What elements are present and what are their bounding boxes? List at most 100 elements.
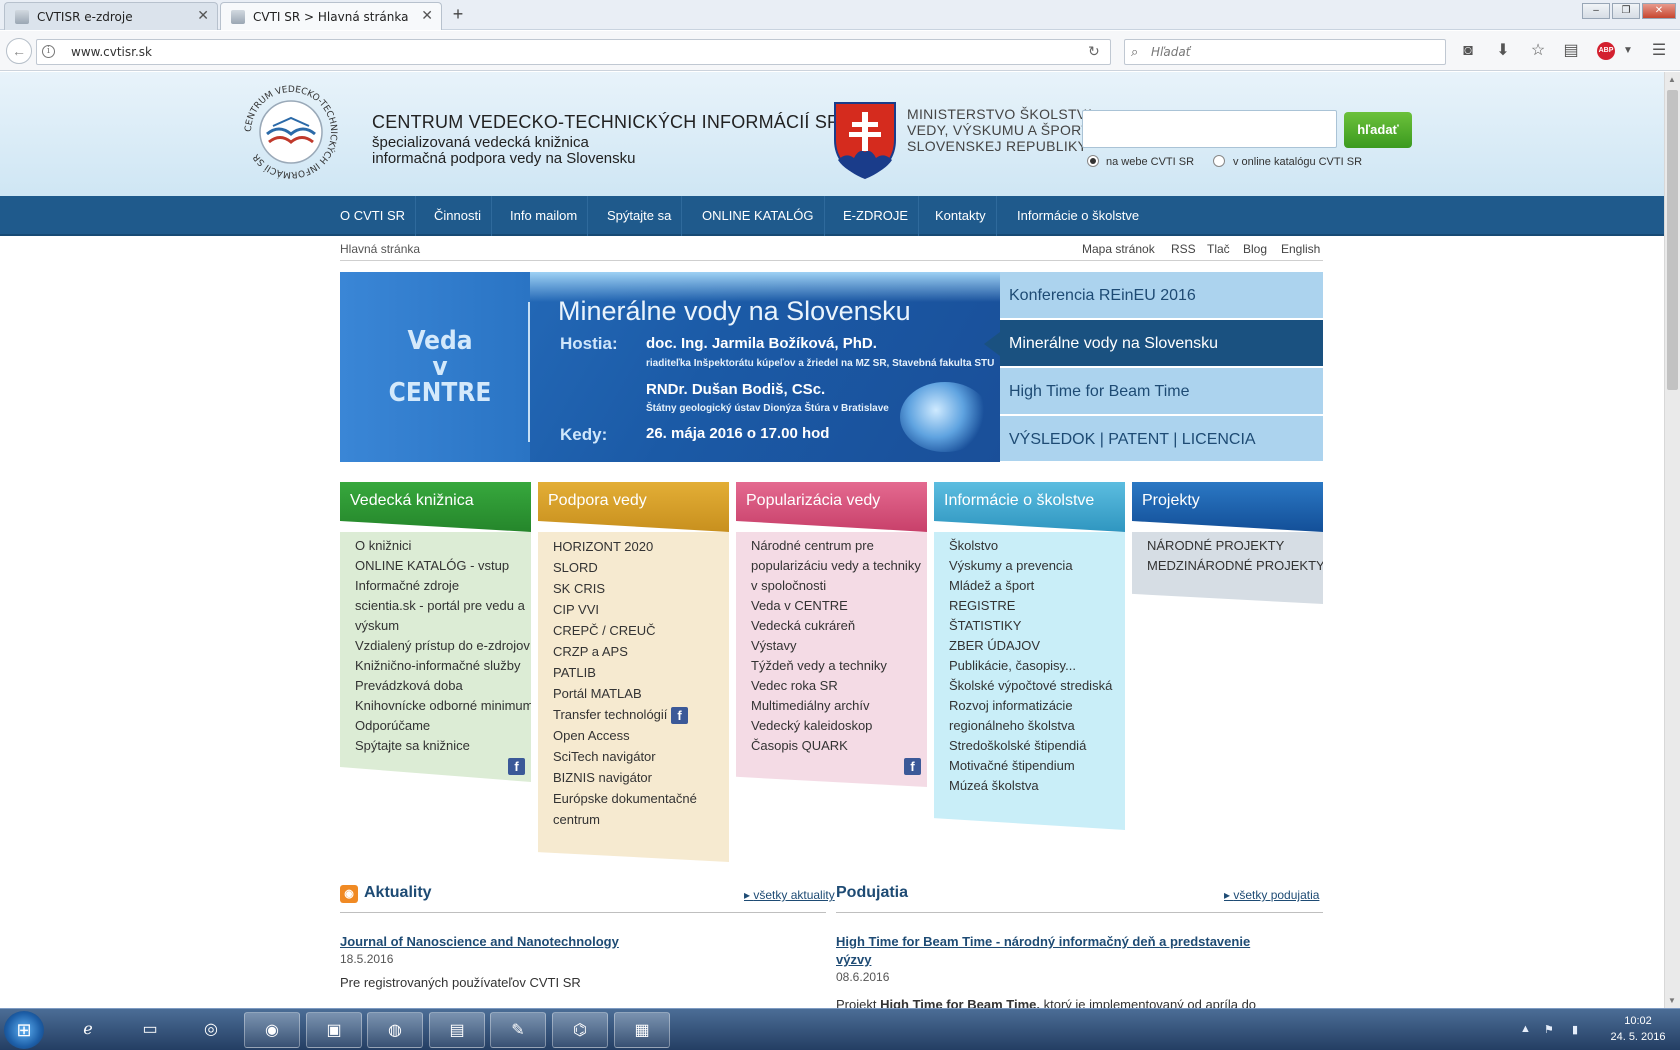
english-link[interactable]: English	[1281, 242, 1320, 256]
maximize-button[interactable]: ❐	[1612, 3, 1640, 19]
tray-flag-icon[interactable]: ⚑	[1544, 1023, 1554, 1036]
facebook-icon[interactable]: f	[508, 758, 525, 776]
scroll-up-icon[interactable]: ▲	[1668, 75, 1676, 84]
list-item[interactable]: centrum	[553, 809, 729, 830]
list-item[interactable]: Multimediálny archív	[751, 696, 927, 716]
nav-item[interactable]: Činnosti	[424, 196, 492, 236]
list-item[interactable]: CREPČ / CREUČ	[553, 620, 729, 641]
list-item[interactable]: SciTech navigátor	[553, 746, 729, 767]
list-item[interactable]: CIP VVI	[553, 599, 729, 620]
url-bar[interactable]: www.cvtisr.sk	[36, 39, 1111, 65]
adblock-icon[interactable]: ABP	[1597, 42, 1615, 60]
reading-list-icon[interactable]: ▤	[1560, 41, 1582, 61]
close-window-button[interactable]: ✕	[1642, 3, 1676, 19]
file-explorer-icon[interactable]: ▭	[122, 1012, 178, 1048]
site-info-icon[interactable]: i	[42, 45, 55, 58]
browser-tab[interactable]: CVTISR e-zdroje ✕	[4, 2, 218, 30]
event-item-title[interactable]: High Time for Beam Time - národný inform…	[836, 934, 1250, 949]
list-item[interactable]: Školské výpočtové strediská	[949, 676, 1125, 696]
minimize-button[interactable]: –	[1582, 3, 1610, 19]
nav-item[interactable]: ONLINE KATALÓG	[692, 196, 825, 236]
list-item[interactable]: popularizáciu vedy a techniky	[751, 556, 927, 576]
list-item[interactable]: Mládež a šport	[949, 576, 1125, 596]
document-app-icon[interactable]: ▤	[429, 1012, 485, 1048]
word-document-icon[interactable]: ▦	[614, 1012, 670, 1048]
scrollbar-thumb[interactable]	[1667, 90, 1678, 390]
list-item[interactable]: Týždeň vedy a techniky	[751, 656, 927, 676]
list-item[interactable]: Stredoškolské štipendiá	[949, 736, 1125, 756]
download-icon[interactable]: ⬇	[1492, 41, 1514, 61]
pocket-icon[interactable]: ◙	[1457, 41, 1479, 61]
list-item[interactable]: regionálneho školstva	[949, 716, 1125, 736]
list-item[interactable]: Informačné zdroje	[355, 576, 531, 596]
scroll-down-icon[interactable]: ▼	[1668, 996, 1676, 1005]
nav-item[interactable]: Info mailom	[500, 196, 589, 236]
radio-catalog[interactable]	[1213, 155, 1225, 167]
site-search-input[interactable]	[1082, 110, 1337, 148]
menu-icon[interactable]: ☰	[1648, 41, 1670, 61]
column-title[interactable]: Popularizácia vedy	[736, 482, 927, 532]
list-item[interactable]: Výstavy	[751, 636, 927, 656]
slide-tab[interactable]: VÝSLEDOK | PATENT | LICENCIA	[1000, 416, 1323, 462]
list-item[interactable]: SLORD	[553, 557, 729, 578]
list-item[interactable]: Transfer technológií f	[553, 704, 729, 725]
list-item[interactable]: MEDZINÁRODNÉ PROJEKTY	[1147, 556, 1323, 576]
list-item[interactable]: NÁRODNÉ PROJEKTY	[1147, 536, 1323, 556]
news-item-title[interactable]: Journal of Nanoscience and Nanotechnolog…	[340, 934, 619, 949]
slide-tab[interactable]: Konferencia REinEU 2016	[1000, 272, 1323, 319]
tray-arrow-icon[interactable]: ▲	[1520, 1023, 1531, 1035]
close-tab-icon[interactable]: ✕	[197, 8, 209, 24]
browser-tab-active[interactable]: CVTI SR > Hlavná stránka ✕	[220, 2, 442, 30]
chrome-icon[interactable]: ◎	[183, 1012, 239, 1048]
list-item[interactable]: Časopis QUARK	[751, 736, 927, 756]
list-item[interactable]: Vzdialený prístup do e-zdrojov	[355, 636, 531, 656]
list-item[interactable]: scientia.sk - portál pre vedu a	[355, 596, 531, 616]
print-link[interactable]: Tlač	[1207, 242, 1230, 256]
close-tab-icon[interactable]: ✕	[421, 8, 433, 24]
list-item[interactable]: ŠTATISTIKY	[949, 616, 1125, 636]
list-item[interactable]: O knižnici	[355, 536, 531, 556]
list-item[interactable]: HORIZONT 2020	[553, 536, 729, 557]
rss-icon[interactable]: ◉	[340, 885, 358, 903]
back-button[interactable]: ←	[6, 38, 32, 64]
nav-item[interactable]: O CVTI SR	[330, 196, 417, 236]
pdf-reader-icon[interactable]: ⌬	[552, 1012, 608, 1048]
browser-search-input[interactable]: Hľadať	[1124, 39, 1446, 65]
network-icon[interactable]: ▮	[1572, 1023, 1578, 1036]
list-item[interactable]: Národné centrum pre	[751, 536, 927, 556]
nav-item[interactable]: Spýtajte sa	[597, 196, 683, 236]
taskbar-clock[interactable]: 10:02 24. 5. 2016	[1598, 1013, 1678, 1045]
banner-slide[interactable]: Veda v CENTRE Minerálne vody na Slovensk…	[340, 272, 1000, 462]
list-item[interactable]: Open Access	[553, 725, 729, 746]
blog-link[interactable]: Blog	[1243, 242, 1267, 256]
column-title[interactable]: Vedecká knižnica	[340, 482, 531, 532]
list-item[interactable]: Veda v CENTRE	[751, 596, 927, 616]
list-item[interactable]: Prevádzková doba	[355, 676, 531, 696]
list-item[interactable]: Knihovnícke odborné minimum	[355, 696, 531, 716]
list-item[interactable]: Rozvoj informatizácie	[949, 696, 1125, 716]
firefox-icon[interactable]: ◉	[244, 1012, 300, 1048]
nav-item[interactable]: Informácie o školstve	[1007, 196, 1149, 236]
chevron-down-icon[interactable]: ▼	[1617, 41, 1639, 61]
all-news-link[interactable]: ▸ všetky aktuality	[744, 888, 835, 902]
site-search-button[interactable]: hľadať	[1344, 112, 1412, 148]
list-item[interactable]: BIZNIS navigátor	[553, 767, 729, 788]
list-item[interactable]: PATLIB	[553, 662, 729, 683]
bookmark-star-icon[interactable]: ☆	[1527, 41, 1549, 61]
page-scrollbar[interactable]: ▲ ▼	[1664, 72, 1680, 1008]
gimp-icon[interactable]: ✎	[490, 1012, 546, 1048]
radio-web[interactable]	[1087, 155, 1099, 167]
all-events-link[interactable]: ▸ všetky podujatia	[1224, 888, 1319, 902]
rss-link[interactable]: RSS	[1171, 242, 1196, 256]
list-item[interactable]: Portál MATLAB	[553, 683, 729, 704]
facebook-icon[interactable]: f	[904, 758, 921, 776]
list-item[interactable]: Knižnično-informačné služby	[355, 656, 531, 676]
list-item[interactable]: Motivačné štipendium	[949, 756, 1125, 776]
floppy-app-icon[interactable]: ▣	[306, 1012, 362, 1048]
list-item[interactable]: Múzeá školstva	[949, 776, 1125, 796]
list-item[interactable]: v spoločnosti	[751, 576, 927, 596]
list-item[interactable]: Vedec roka SR	[751, 676, 927, 696]
list-item[interactable]: REGISTRE	[949, 596, 1125, 616]
list-item[interactable]: Odporúčame	[355, 716, 531, 736]
app-icon[interactable]: ◍	[367, 1012, 423, 1048]
